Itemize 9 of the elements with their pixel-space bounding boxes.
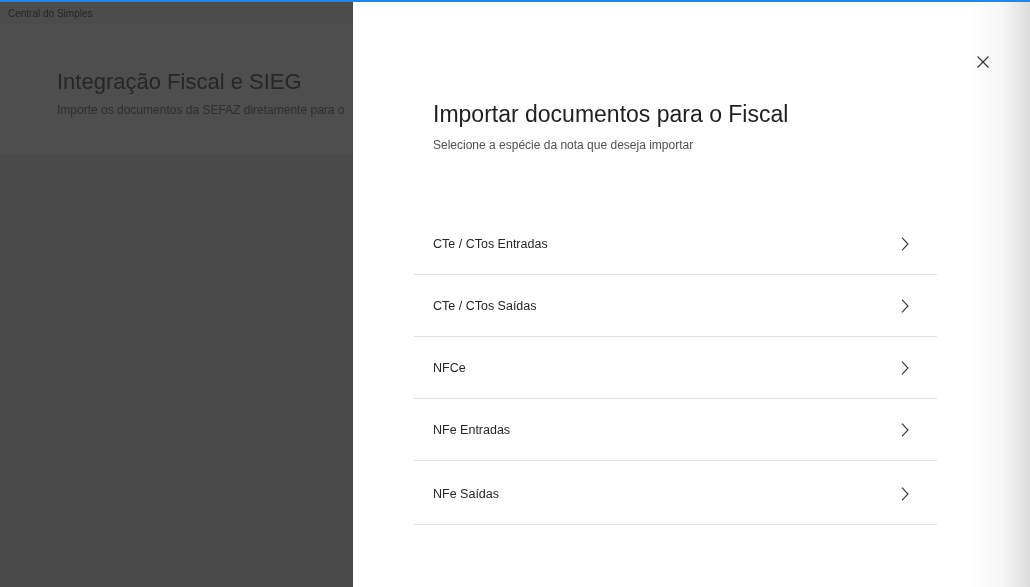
close-icon: [977, 56, 989, 68]
chevron-right-icon: [901, 486, 909, 501]
panel-title: Importar documentos para o Fiscal: [433, 100, 790, 129]
chevron-right-icon: [901, 298, 909, 313]
chevron-right-icon: [901, 360, 909, 375]
panel-subtitle: Selecione a espécie da nota que deseja importar: [433, 137, 695, 153]
chevron-right-icon: [901, 422, 909, 437]
close-button[interactable]: [975, 54, 991, 70]
chevron-right-icon: [901, 236, 909, 251]
